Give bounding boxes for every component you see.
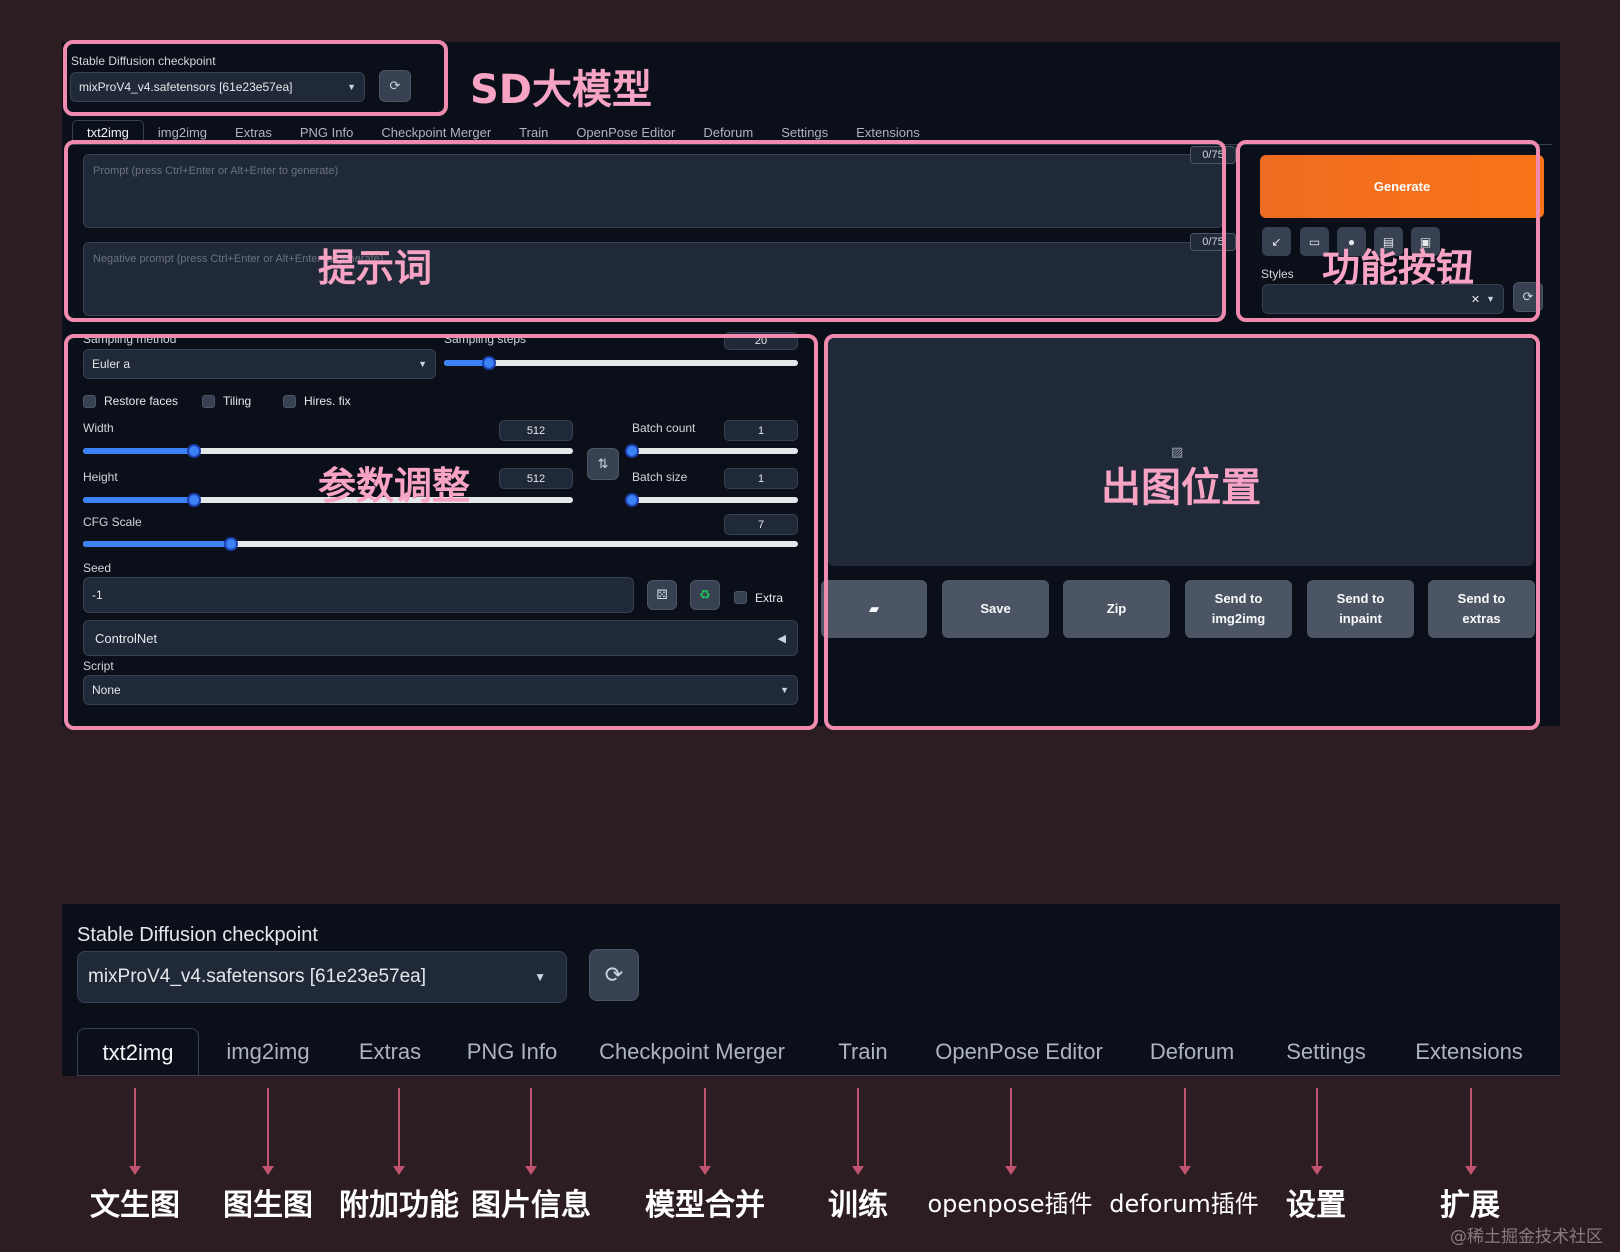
translation-extras: 附加功能 bbox=[339, 1188, 459, 1223]
annotation-box-buttons bbox=[1236, 140, 1540, 322]
annotation-sd-model: SD大模型 bbox=[470, 67, 653, 113]
arrow-line bbox=[704, 1088, 706, 1168]
annotation-prompt: 提示词 bbox=[318, 246, 433, 290]
zoom-checkpoint-select[interactable]: mixProV4_v4.safetensors [61e23e57ea] ▼ bbox=[77, 951, 567, 1003]
translation-img2img: 图生图 bbox=[223, 1188, 313, 1223]
translation-txt2img: 文生图 bbox=[90, 1188, 180, 1223]
chevron-down-icon: ▼ bbox=[534, 970, 546, 984]
zoom-tab-extensions[interactable]: Extensions bbox=[1404, 1028, 1534, 1076]
translation-deforum: deforum插件 bbox=[1109, 1190, 1259, 1218]
arrow-down-icon bbox=[129, 1166, 141, 1175]
annotation-box-sd-model bbox=[63, 40, 448, 116]
arrow-down-icon bbox=[1311, 1166, 1323, 1175]
zoom-tab-img2img[interactable]: img2img bbox=[214, 1028, 322, 1076]
annotation-output: 出图位置 bbox=[1101, 465, 1261, 511]
arrow-down-icon bbox=[852, 1166, 864, 1175]
arrow-line bbox=[1470, 1088, 1472, 1168]
translation-settings: 设置 bbox=[1286, 1188, 1346, 1223]
zoom-tab-deforum[interactable]: Deforum bbox=[1136, 1028, 1248, 1076]
zoom-checkpoint-label: Stable Diffusion checkpoint bbox=[77, 924, 318, 946]
arrow-line bbox=[134, 1088, 136, 1168]
arrow-line bbox=[1316, 1088, 1318, 1168]
arrow-down-icon bbox=[1179, 1166, 1191, 1175]
annotation-buttons: 功能按钮 bbox=[1322, 246, 1475, 290]
translation-png-info: 图片信息 bbox=[471, 1188, 591, 1223]
zoom-tab-checkpoint-merger[interactable]: Checkpoint Merger bbox=[592, 1028, 792, 1076]
zoom-checkpoint-value: mixProV4_v4.safetensors [61e23e57ea] bbox=[88, 966, 426, 987]
arrow-down-icon bbox=[525, 1166, 537, 1175]
arrow-line bbox=[1010, 1088, 1012, 1168]
refresh-icon: ⟳ bbox=[604, 962, 624, 987]
zoom-tab-settings[interactable]: Settings bbox=[1274, 1028, 1378, 1076]
arrow-down-icon bbox=[1465, 1166, 1477, 1175]
arrow-down-icon bbox=[1005, 1166, 1017, 1175]
annotation-box-params bbox=[64, 334, 818, 730]
arrow-line bbox=[857, 1088, 859, 1168]
watermark: @稀土掘金技术社区 bbox=[1450, 1227, 1603, 1247]
annotation-box-prompt bbox=[64, 140, 1226, 322]
arrow-line bbox=[530, 1088, 532, 1168]
arrow-down-icon bbox=[393, 1166, 405, 1175]
annotation-params: 参数调整 bbox=[318, 464, 471, 508]
zoom-tab-txt2img[interactable]: txt2img bbox=[77, 1028, 199, 1076]
zoom-tab-openpose-editor[interactable]: OpenPose Editor bbox=[928, 1028, 1110, 1076]
zoom-tab-extras[interactable]: Extras bbox=[346, 1028, 434, 1076]
zoom-tab-train[interactable]: Train bbox=[820, 1028, 906, 1076]
zoom-tab-png-info[interactable]: PNG Info bbox=[460, 1028, 564, 1076]
arrow-line bbox=[398, 1088, 400, 1168]
arrow-down-icon bbox=[699, 1166, 711, 1175]
zoom-tab-divider bbox=[77, 1075, 1560, 1076]
arrow-down-icon bbox=[262, 1166, 274, 1175]
zoom-refresh-button[interactable]: ⟳ bbox=[589, 949, 639, 1001]
translation-extensions: 扩展 bbox=[1440, 1188, 1500, 1223]
arrow-line bbox=[1184, 1088, 1186, 1168]
translation-checkpoint-merger: 模型合并 bbox=[645, 1188, 765, 1223]
translation-train: 训练 bbox=[828, 1188, 888, 1223]
annotation-box-output bbox=[824, 334, 1540, 730]
arrow-line bbox=[267, 1088, 269, 1168]
translation-openpose: openpose插件 bbox=[927, 1190, 1093, 1218]
